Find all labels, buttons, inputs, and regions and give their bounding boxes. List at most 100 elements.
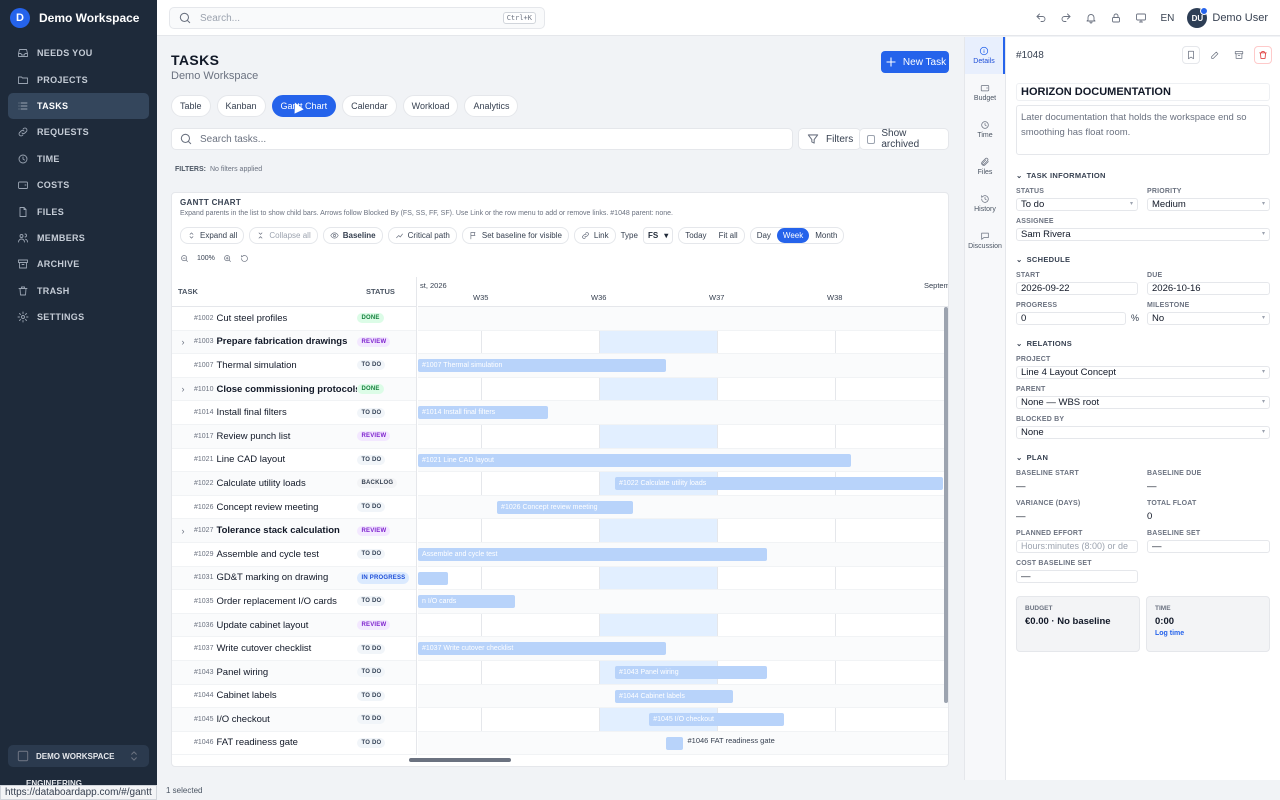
gantt-bar[interactable]: #1007 Thermal simulation — [418, 359, 666, 373]
redo-icon[interactable] — [1060, 12, 1072, 24]
rail-tab-files[interactable]: Files — [965, 148, 1005, 185]
sidebar-item-requests[interactable]: Requests — [8, 119, 149, 145]
delete-button[interactable] — [1254, 46, 1272, 64]
sidebar-item-tasks[interactable]: Tasks — [8, 92, 149, 120]
rail-tab-history[interactable]: History — [965, 185, 1005, 222]
task-row[interactable]: #1046 FAT readiness gate TO DO — [172, 732, 416, 756]
gantt-bar[interactable]: #1037 Write cutover checklist — [418, 642, 666, 656]
chevron-right-icon[interactable]: › — [172, 337, 194, 347]
progress-input[interactable]: 0 — [1016, 312, 1126, 325]
gantt-bar[interactable]: #1043 Panel wiring — [615, 665, 768, 679]
task-row[interactable]: #1029 Assemble and cycle test TO DO — [172, 543, 416, 567]
task-row[interactable]: #1043 Panel wiring TO DO — [172, 660, 416, 685]
vertical-scrollbar[interactable] — [944, 307, 948, 703]
chevron-right-icon[interactable]: › — [172, 384, 194, 394]
gantt-bar[interactable] — [665, 736, 684, 750]
sidebar-item-trash[interactable]: Trash — [8, 278, 149, 304]
gantt-bar[interactable]: Assemble and cycle test — [418, 547, 768, 561]
task-row[interactable]: #1002 Cut steel profiles DONE — [172, 307, 416, 331]
gantt-bar[interactable]: n I/O cards — [418, 595, 515, 609]
today-button[interactable]: Today — [679, 228, 712, 243]
bookmark-button[interactable] — [1182, 46, 1200, 64]
filters-button[interactable]: Filters — [798, 128, 862, 150]
sidebar-item-settings[interactable]: Settings — [8, 304, 149, 330]
task-row[interactable]: #1022 Calculate utility loads BACKLOG — [172, 472, 416, 496]
task-row[interactable]: #1031 GD&T marking on drawing IN PROGRESS — [172, 566, 416, 591]
tab-table[interactable]: Table — [171, 95, 211, 117]
section-task-information[interactable]: ⌄ TASK INFORMATION — [1016, 171, 1106, 180]
due-date-input[interactable]: 2026-10-16 — [1147, 282, 1270, 295]
language-switch[interactable]: EN — [1160, 13, 1174, 24]
baseline-toggle[interactable]: Baseline — [322, 227, 383, 244]
task-row[interactable]: #1044 Cabinet labels TO DO — [172, 685, 416, 709]
task-row[interactable]: #1026 Concept review meeting TO DO — [172, 496, 416, 520]
lock-icon[interactable] — [1110, 12, 1122, 24]
tab-kanban[interactable]: Kanban — [216, 95, 266, 117]
show-archived-checkbox[interactable] — [867, 134, 876, 144]
workspace-header[interactable]: D Demo Workspace — [0, 0, 157, 36]
log-time-link[interactable]: Log time — [1155, 630, 1261, 637]
task-row[interactable]: › #1010 Close commissioning protocols DONE — [172, 377, 416, 402]
milestone-select[interactable]: No ▾ — [1147, 312, 1270, 325]
dependency-type-select[interactable]: FS ▾ — [642, 227, 674, 244]
edit-button[interactable] — [1206, 46, 1224, 64]
critical-path-toggle[interactable]: Critical path — [387, 227, 457, 244]
task-row[interactable]: #1021 Line CAD layout TO DO — [172, 449, 416, 473]
start-date-input[interactable]: 2026-09-22 — [1016, 282, 1138, 295]
task-row[interactable]: #1035 Order replacement I/O cards TO DO — [172, 590, 416, 614]
user-name[interactable]: Demo User — [1212, 12, 1268, 24]
rail-tab-details[interactable]: Details — [965, 37, 1005, 74]
set-baseline-button[interactable]: Set baseline for visible — [461, 227, 569, 244]
horizontal-scrollbar[interactable] — [409, 758, 511, 762]
task-description-input[interactable]: Later documentation that holds the works… — [1016, 105, 1270, 155]
bell-icon[interactable] — [1085, 12, 1097, 24]
gantt-bar[interactable] — [418, 571, 448, 585]
tab-workload[interactable]: Workload — [402, 95, 459, 117]
priority-select[interactable]: Medium ▾ — [1147, 198, 1270, 211]
project-select[interactable]: Line 4 Layout Concept ▾ — [1016, 366, 1270, 379]
link-button[interactable]: Link — [573, 227, 616, 244]
task-search-input[interactable]: Search tasks... — [171, 128, 793, 150]
sidebar-item-projects[interactable]: Projects — [8, 66, 149, 92]
sidebar-item-costs[interactable]: Costs — [8, 172, 149, 198]
status-select[interactable]: To do ▾ — [1016, 198, 1138, 211]
task-row[interactable]: #1014 Install final filters TO DO — [172, 401, 416, 425]
section-relations[interactable]: ⌄ RELATIONS — [1016, 339, 1072, 348]
task-row[interactable]: #1037 Write cutover checklist TO DO — [172, 637, 416, 661]
user-avatar[interactable]: DU — [1187, 7, 1209, 28]
section-schedule[interactable]: ⌄ SCHEDULE — [1016, 255, 1070, 264]
tab-analytics[interactable]: Analytics — [464, 95, 519, 117]
rail-tab-discussion[interactable]: Discussion — [965, 222, 1005, 259]
monitor-icon[interactable] — [1135, 12, 1147, 24]
task-row[interactable]: #1045 I/O checkout TO DO — [172, 708, 416, 732]
scale-month-button[interactable]: Month — [809, 228, 843, 243]
expand-all-button[interactable]: Expand all — [180, 227, 245, 244]
gantt-bar[interactable]: #1045 I/O checkout — [649, 713, 784, 727]
gantt-bar[interactable]: #1021 Line CAD layout — [418, 453, 852, 467]
zoom-out-icon[interactable] — [180, 254, 189, 263]
gantt-bar[interactable]: #1014 Install final filters — [418, 406, 548, 420]
planned-effort-input[interactable]: Hours:minutes (8:00) or de — [1016, 540, 1138, 553]
tab-calendar[interactable]: Calendar — [342, 95, 397, 117]
global-search-input[interactable]: Search... Ctrl+K — [169, 7, 545, 29]
tab-gantt-chart[interactable]: Gantt Chart — [271, 95, 337, 117]
sidebar-item-needs-you[interactable]: Needs You — [8, 40, 149, 66]
show-archived-toggle[interactable]: Show archived — [859, 128, 949, 150]
new-task-button[interactable]: New Task — [881, 51, 949, 73]
task-row[interactable]: › #1003 Prepare fabrication drawings REVIEW — [172, 330, 416, 355]
rail-tab-budget[interactable]: Budget — [965, 74, 1005, 111]
task-row[interactable]: #1036 Update cabinet layout REVIEW — [172, 613, 416, 638]
assignee-select[interactable]: Sam Rivera ▾ — [1016, 228, 1270, 241]
workspace-switcher[interactable]: DEMO WORKSPACE — [8, 745, 149, 767]
gantt-bar[interactable]: #1026 Concept review meeting — [497, 500, 633, 514]
zoom-in-icon[interactable] — [223, 254, 232, 263]
gantt-bar[interactable]: #1044 Cabinet labels — [615, 689, 734, 703]
task-row[interactable]: › #1027 Tolerance stack calculation REVIEW — [172, 519, 416, 543]
collapse-all-button[interactable]: Collapse all — [249, 227, 318, 244]
sidebar-item-archive[interactable]: Archive — [8, 251, 149, 277]
chevron-right-icon[interactable]: › — [172, 526, 194, 536]
scale-day-button[interactable]: Day — [751, 228, 777, 243]
blocked-by-select[interactable]: None ▾ — [1016, 426, 1270, 439]
parent-select[interactable]: None — WBS root ▾ — [1016, 396, 1270, 409]
fit-all-button[interactable]: Fit all — [713, 228, 744, 243]
